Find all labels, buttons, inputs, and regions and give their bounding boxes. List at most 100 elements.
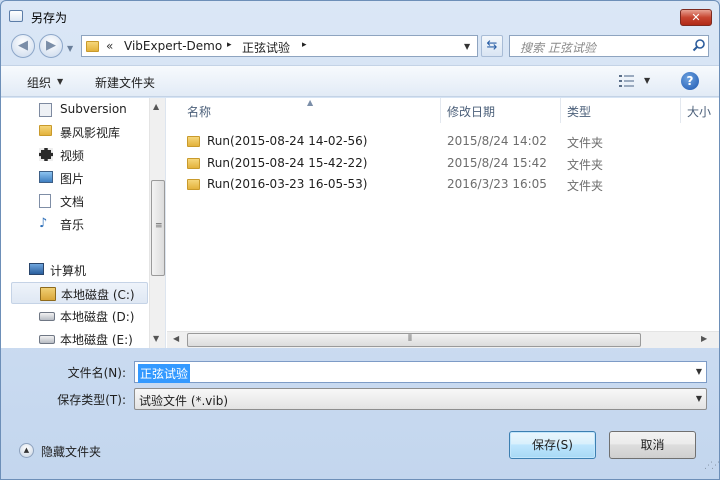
nav-item-computer[interactable]: 计算机 [11,259,148,281]
grip-icon: ⦀ [408,334,412,344]
filename-dropdown-icon[interactable]: ▼ [696,367,702,376]
filetype-select[interactable]: 试验文件 (*.vib) ▼ [134,388,707,410]
back-button[interactable]: ◀ [11,34,35,58]
folder-icon [187,136,200,147]
column-divider[interactable] [680,98,681,123]
file-list[interactable]: ▲ 名称 修改日期 类型 大小 Run(2015-08-24 14-02-56)… [167,98,719,348]
file-name: Run(2015-08-24 14-02-56) [207,134,368,148]
window-title: 另存为 [31,11,68,25]
view-dropdown-icon[interactable]: ▼ [644,76,650,85]
file-date: 2016/3/23 16:05 [447,177,547,191]
scroll-thumb[interactable]: ⦀ [187,333,641,347]
nav-item-pictures[interactable]: 图片 [11,167,148,189]
file-name: Run(2015-08-24 15-42-22) [207,156,368,170]
scroll-thumb[interactable]: ≡ [151,180,165,276]
nav-item-music[interactable]: ♪ 音乐 [11,213,148,235]
breadcrumb-separator-icon[interactable]: ▸ [302,40,307,50]
column-divider[interactable] [440,98,441,123]
nav-item-label: 本地磁盘 (C:) [61,288,135,302]
nav-item-subversion[interactable]: Subversion [11,99,148,121]
cancel-button[interactable]: 取消 [609,431,696,459]
column-header-type[interactable]: 类型 [567,103,591,120]
column-header-date[interactable]: 修改日期 [447,103,495,120]
breadcrumb-vibexpert-demo[interactable]: VibExpert-Demo [124,39,222,53]
filename-label: 文件名(N): [67,366,126,380]
breadcrumb-separator-icon[interactable]: ▸ [227,40,232,50]
nav-item-label: 本地磁盘 (D:) [60,310,135,324]
close-button[interactable]: ✕ [680,9,712,26]
navigation-bar: ◀ ▶ ▼ « VibExpert-Demo ▸ 正弦试验 ▸ ▼ ⇆ 搜索 正… [1,31,719,64]
folder-icon [86,41,99,52]
forward-arrow-icon: ▶ [46,38,56,53]
nav-item-drive-e[interactable]: 本地磁盘 (E:) [11,328,148,348]
search-box[interactable]: 搜索 正弦试验 [509,35,709,57]
view-options-icon[interactable] [619,74,635,88]
grip-icon: ≡ [155,221,163,231]
search-icon[interactable] [692,38,706,52]
nav-pane-scrollbar[interactable]: ▲ ≡ ▼ [149,98,165,348]
nav-item-label: 音乐 [60,218,85,232]
nav-item-documents[interactable]: 文档 [11,190,148,212]
svn-icon [39,103,52,117]
filetype-dropdown-icon[interactable]: ▼ [696,394,702,403]
nav-item-videos[interactable]: 视频 [11,144,148,166]
collapse-up-icon: ▲ [19,443,34,458]
overflow-chevron[interactable]: « [106,39,113,53]
refresh-button[interactable]: ⇆ [481,35,503,57]
navigation-pane[interactable]: Subversion 暴风影视库 视频 图片 文档 ♪ 音乐 计算机 本地磁盘 … [1,98,166,348]
filename-input[interactable]: 正弦试验 [138,364,191,383]
address-dropdown-icon[interactable]: ▼ [464,42,470,51]
scroll-up-icon[interactable]: ▲ [153,102,159,111]
file-list-horizontal-scrollbar[interactable]: ◀ ⦀ ▶ [167,331,719,348]
nav-item-drive-d[interactable]: 本地磁盘 (D:) [11,305,148,327]
file-row[interactable]: Run(2016-03-23 16-05-53) 2016/3/23 16:05… [181,173,631,195]
nav-item-label: 视频 [60,149,85,163]
organize-button[interactable]: 组织 [27,74,51,91]
nav-item-drive-c[interactable]: 本地磁盘 (C:) [11,282,148,304]
refresh-icon: ⇆ [486,38,498,53]
help-icon[interactable]: ? [681,72,699,90]
folder-icon [187,158,200,169]
video-icon [39,148,53,161]
save-button[interactable]: 保存(S) [509,431,596,459]
nav-item-label: 暴风影视库 [60,126,121,140]
filename-field[interactable]: 正弦试验 ▼ [134,361,707,383]
nav-item-label: 本地磁盘 (E:) [60,333,133,347]
window-icon [9,10,23,22]
file-date: 2015/8/24 15:42 [447,156,547,170]
organize-dropdown-icon[interactable]: ▼ [57,77,63,86]
scroll-down-icon[interactable]: ▼ [153,334,159,343]
nav-item-label: 图片 [60,172,85,186]
forward-button[interactable]: ▶ [39,34,63,58]
pictures-icon [39,171,53,183]
file-type: 文件夹 [567,158,604,172]
breadcrumb-current[interactable]: 正弦试验 [242,39,290,56]
music-icon: ♪ [39,216,48,231]
nav-item-storm-library[interactable]: 暴风影视库 [11,121,148,143]
drive-icon [39,335,55,344]
column-header-size[interactable]: 大小 [687,103,711,120]
command-toolbar: 组织 ▼ 新建文件夹 ▼ ? [1,65,719,97]
new-folder-button[interactable]: 新建文件夹 [95,74,155,91]
search-input[interactable]: 搜索 正弦试验 [520,39,596,56]
resize-grip-icon[interactable]: ⋰⋰ [704,461,720,471]
save-as-dialog: 另存为 ✕ ◀ ▶ ▼ « VibExpert-Demo ▸ 正弦试验 ▸ ▼ … [0,0,720,480]
file-type: 文件夹 [567,136,604,150]
hide-folders-label: 隐藏文件夹 [41,445,102,459]
browser-area: Subversion 暴风影视库 视频 图片 文档 ♪ 音乐 计算机 本地磁盘 … [1,98,719,348]
column-header-name[interactable]: 名称 [187,103,211,120]
hide-folders-toggle[interactable]: ▲ 隐藏文件夹 [19,441,109,461]
recent-locations-dropdown[interactable]: ▼ [67,44,73,53]
scroll-right-icon[interactable]: ▶ [701,334,707,343]
scroll-left-icon[interactable]: ◀ [173,334,179,343]
back-arrow-icon: ◀ [18,38,28,53]
save-form: 文件名(N): 正弦试验 ▼ 保存类型(T): 试验文件 (*.vib) ▼ ▲… [1,349,720,479]
documents-icon [39,194,51,208]
column-divider[interactable] [560,98,561,123]
sort-ascending-icon: ▲ [307,98,314,107]
file-row[interactable]: Run(2015-08-24 14-02-56) 2015/8/24 14:02… [181,130,631,152]
file-row[interactable]: Run(2015-08-24 15-42-22) 2015/8/24 15:42… [181,152,631,174]
title-bar: 另存为 ✕ [1,1,719,31]
file-name: Run(2016-03-23 16-05-53) [207,177,368,191]
address-bar[interactable]: « VibExpert-Demo ▸ 正弦试验 ▸ ▼ [81,35,478,57]
